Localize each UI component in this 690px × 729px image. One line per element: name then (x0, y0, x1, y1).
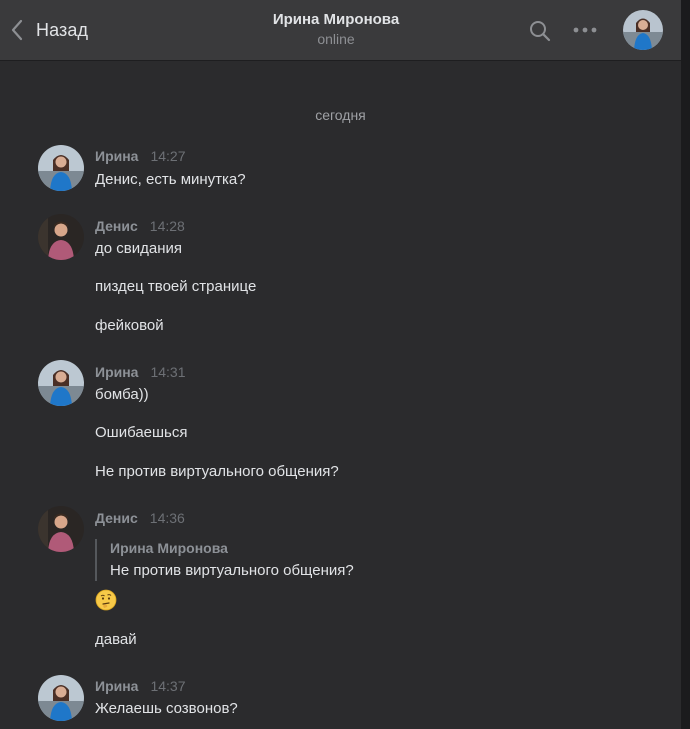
avatar[interactable] (38, 675, 84, 721)
message-author[interactable]: Денис (95, 510, 138, 526)
message-text: фейковой (95, 317, 164, 334)
reply-quote[interactable]: Ирина Миронова Не против виртуального об… (95, 539, 354, 581)
message-header: Ирина 14:27 (95, 148, 186, 164)
thinking-emoji (95, 589, 117, 611)
message-text: Ошибаешься (95, 424, 188, 441)
message-text: давай (95, 631, 137, 648)
chat-header: Назад Ирина Миронова online (0, 0, 681, 61)
message-header: Ирина 14:31 (95, 364, 186, 380)
message-time: 14:28 (149, 218, 185, 234)
message-text: бомба)) (95, 386, 149, 403)
reply-author: Ирина Миронова (110, 540, 228, 556)
message-header: Денис 14:28 (95, 218, 185, 234)
avatar[interactable] (38, 506, 84, 552)
message-text: до свидания (95, 240, 182, 257)
back-label: Назад (36, 19, 89, 40)
chevron-left-icon (11, 19, 23, 41)
message-author[interactable]: Ирина (95, 364, 138, 380)
message-time: 14:37 (150, 678, 186, 694)
message-time: 14:36 (149, 510, 185, 526)
avatar[interactable] (38, 145, 84, 191)
message-author[interactable]: Ирина (95, 148, 138, 164)
message-header: Ирина 14:37 (95, 678, 186, 694)
message-time: 14:31 (150, 364, 186, 380)
message-author[interactable]: Денис (95, 218, 138, 234)
contact-name: Ирина Миронова (272, 11, 400, 28)
message-text: Не против виртуального общения? (95, 463, 339, 480)
message-author[interactable]: Ирина (95, 678, 138, 694)
avatar[interactable] (38, 214, 84, 260)
contact-status: online (317, 31, 355, 47)
scrollbar[interactable] (681, 0, 690, 729)
reply-text: Не против виртуального общения? (110, 562, 354, 579)
message-text: Желаешь созвонов? (95, 700, 238, 717)
message-time: 14:27 (150, 148, 186, 164)
contact-avatar[interactable] (623, 10, 663, 50)
message-header: Денис 14:36 (95, 510, 185, 526)
date-separator: сегодня (315, 107, 366, 123)
message-text: пиздец твоей странице (95, 278, 257, 295)
avatar[interactable] (38, 360, 84, 406)
search-icon[interactable] (528, 19, 552, 43)
more-icon[interactable] (572, 22, 598, 38)
chat-title[interactable]: Ирина Миронова online (200, 11, 472, 47)
message-text: Денис, есть минутка? (95, 171, 246, 188)
back-button[interactable]: Назад (8, 14, 88, 46)
